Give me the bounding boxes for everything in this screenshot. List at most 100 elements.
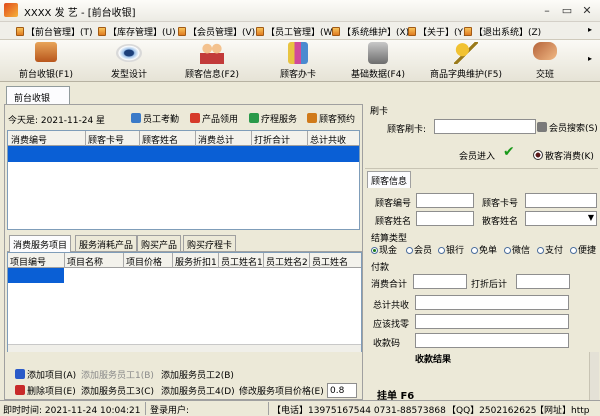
divider xyxy=(365,168,598,169)
service-item-grid[interactable]: 项目编号 项目名称 项目价格 服务折扣1 员工姓名1 员工姓名2 员工姓名 xyxy=(7,252,362,352)
radio-icon xyxy=(471,247,478,254)
pay-type-quick[interactable]: 便捷 xyxy=(570,243,596,256)
status-bar: 即时时间: 2021-11-24 10:04:21 登录用户: 【电话】1397… xyxy=(0,400,600,416)
cust-type-label: 散客姓名 xyxy=(482,217,519,227)
tab-cashier[interactable]: 前台收银 xyxy=(6,86,70,104)
menu-more-icon[interactable]: ▸ xyxy=(588,25,592,34)
cust-card-label: 顾客卡号 xyxy=(482,199,519,209)
col-header: 总计共收 xyxy=(310,136,347,146)
modify-price-button[interactable]: 修改服务项目价格(E) xyxy=(237,381,326,399)
discount-total-label: 打折后计 xyxy=(471,280,508,290)
menu-frontdesk[interactable]: 【前台管理】(T) xyxy=(16,25,93,38)
radio-icon xyxy=(438,247,445,254)
cust-card-field[interactable] xyxy=(525,193,597,208)
tab-service-items[interactable]: 消费服务项目 xyxy=(9,235,72,252)
grand-total-label: 总计共收 xyxy=(373,301,410,311)
total-label: 消费合计 xyxy=(371,280,408,290)
col-header: 服务折扣1 xyxy=(175,258,217,268)
menu-member[interactable]: 【会员管理】(V) xyxy=(178,25,255,38)
product-use-button[interactable]: 产品领用 xyxy=(188,109,240,127)
cust-type-select[interactable]: ▼ xyxy=(525,211,597,226)
cust-name-field[interactable] xyxy=(416,211,474,226)
maximize-button[interactable]: ▭ xyxy=(558,3,576,18)
pay-section-label: 付款 xyxy=(371,263,390,273)
treatment-icon xyxy=(249,113,259,123)
menu-system[interactable]: 【系统维护】(X) xyxy=(332,25,409,38)
appointment-button[interactable]: 顾客预约 xyxy=(305,109,357,127)
discount-total-field[interactable] xyxy=(516,274,570,289)
card-icon xyxy=(288,42,308,64)
close-button[interactable]: ✕ xyxy=(578,3,596,18)
code-field[interactable] xyxy=(415,333,569,348)
menu-employee[interactable]: 【员工管理】(W) xyxy=(256,25,336,38)
status-qq: 【QQ】2502162625 xyxy=(447,406,537,416)
menu-bar: 【前台管理】(T) 【库存管理】(U) 【会员管理】(V) 【员工管理】(W) … xyxy=(0,22,600,40)
appointment-icon xyxy=(307,113,317,123)
cust-id-field[interactable] xyxy=(416,193,474,208)
page-tabstrip: 前台收银 xyxy=(0,84,600,104)
toolbar-shift-button[interactable]: 交班 xyxy=(514,40,576,82)
change-field[interactable] xyxy=(415,314,569,329)
vertical-scrollbar[interactable] xyxy=(589,352,599,400)
pay-type-bank[interactable]: 银行 xyxy=(438,243,464,256)
toolbar-hairstyle-button[interactable]: 发型设计 xyxy=(92,40,166,82)
pay-type-free[interactable]: 免单 xyxy=(471,243,497,256)
toolbar-customer-info-button[interactable]: 顾客信息(F2) xyxy=(166,40,258,82)
right-pane: 刷卡 顾客刷卡: 会员搜索(S) 会员进入 ✔ 散客消费(K) 顾客信息 顾客编… xyxy=(363,104,600,402)
member-search-button[interactable]: 会员搜索(S) xyxy=(535,118,600,136)
tab-buy-cards[interactable]: 购买疗程卡 xyxy=(183,235,237,251)
card-input[interactable] xyxy=(434,119,536,134)
cash-register-icon xyxy=(35,42,57,62)
radio-icon xyxy=(537,247,544,254)
add-icon xyxy=(15,369,25,379)
delete-icon xyxy=(15,385,25,395)
delete-item-button[interactable]: 删除项目(E) xyxy=(13,381,78,399)
radio-icon xyxy=(504,247,511,254)
consumption-grid[interactable]: 消费编号 顾客卡号 顾客姓名 消费总计 打折合计 总计共收 xyxy=(7,130,360,230)
radio-icon xyxy=(371,247,378,254)
database-icon xyxy=(368,42,388,64)
table-row[interactable] xyxy=(8,268,64,283)
grand-total-field[interactable] xyxy=(415,295,569,310)
status-login: 登录用户: xyxy=(150,406,190,416)
pay-type-wechat[interactable]: 微信 xyxy=(504,243,530,256)
add-staff4-button[interactable]: 添加服务员工4(D) xyxy=(159,381,237,399)
pay-type-member[interactable]: 会员 xyxy=(406,243,432,256)
toolbar-dictionary-button[interactable]: 商品字典维护(F5) xyxy=(418,40,514,82)
total-field[interactable] xyxy=(413,274,467,289)
col-header: 项目编号 xyxy=(10,258,47,268)
table-row[interactable] xyxy=(8,146,359,162)
check-icon[interactable]: ✔ xyxy=(503,144,515,160)
product-icon xyxy=(190,113,200,123)
menu-inventory[interactable]: 【库存管理】(U) xyxy=(98,25,176,38)
horizontal-scrollbar[interactable] xyxy=(8,344,361,352)
col-header: 打折合计 xyxy=(254,136,291,146)
tab-buy-products[interactable]: 购买产品 xyxy=(137,235,182,251)
attendance-button[interactable]: 员工考勤 xyxy=(129,109,181,127)
toolbar-cashier-button[interactable]: 前台收银(F1) xyxy=(0,40,92,82)
minimize-button[interactable]: – xyxy=(538,3,556,18)
menu-about[interactable]: 【关于】(Y) xyxy=(408,25,467,38)
subtab-strip: 消费服务项目 服务消耗产品 购买产品 购买疗程卡 xyxy=(7,235,362,252)
app-icon xyxy=(4,3,18,17)
member-enter-label[interactable]: 会员进入 xyxy=(459,149,495,162)
left-pane: 今天是: 2021-11-24 星 员工考勤 产品领用 疗程服务 顾客预约 消费… xyxy=(4,104,363,400)
add-staff3-button[interactable]: 添加服务员工3(C) xyxy=(79,381,156,399)
col-header: 顾客姓名 xyxy=(142,136,179,146)
treatment-button[interactable]: 疗程服务 xyxy=(247,109,299,127)
walkin-button[interactable]: 散客消费(K) xyxy=(531,146,596,164)
toolbar-more-icon[interactable]: ▸ xyxy=(588,54,592,63)
tab-service-products[interactable]: 服务消耗产品 xyxy=(75,235,138,251)
menu-exit[interactable]: 【退出系统】(Z) xyxy=(464,25,541,38)
attendance-icon xyxy=(131,113,141,123)
toolbar: 前台收银(F1) 发型设计 顾客信息(F2) 顾客办卡 基础数据(F4) 商品字… xyxy=(0,40,600,82)
toolbar-basedata-button[interactable]: 基础数据(F4) xyxy=(338,40,418,82)
price-input[interactable]: 0.8 xyxy=(327,383,357,398)
col-header: 消费总计 xyxy=(198,136,235,146)
status-web: 【网址】http xyxy=(535,406,590,416)
tab-customer-info[interactable]: 顾客信息 xyxy=(367,171,412,188)
toolbar-card-button[interactable]: 顾客办卡 xyxy=(258,40,338,82)
change-label: 应该找零 xyxy=(373,320,410,330)
pay-type-cash[interactable]: 现金 xyxy=(371,243,397,256)
pay-type-alipay[interactable]: 支付 xyxy=(537,243,563,256)
